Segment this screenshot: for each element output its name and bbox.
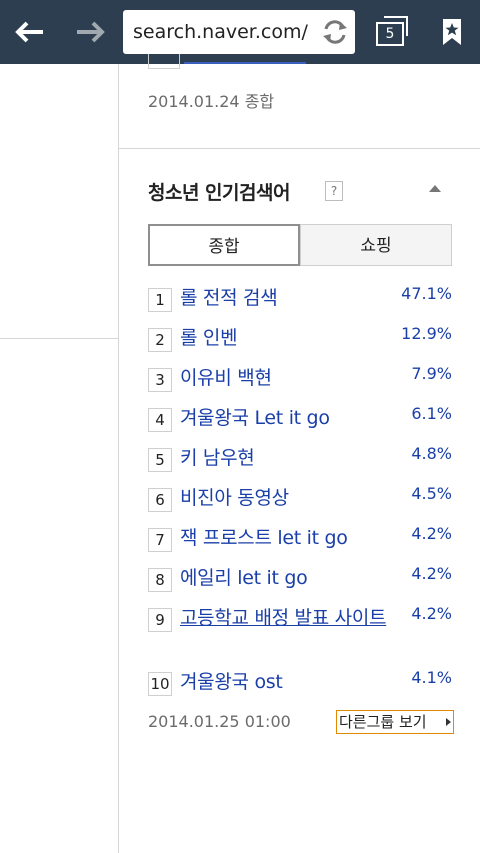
bookmark-star-icon	[443, 19, 461, 45]
rank-percent: 47.1%	[401, 284, 452, 303]
rank-percent: 4.2%	[411, 524, 452, 543]
previous-rank-box	[148, 54, 180, 69]
tab-general[interactable]: 종합	[148, 224, 300, 266]
list-item: 10 겨울왕국 ost 4.1%	[148, 668, 452, 712]
section-divider	[119, 148, 480, 149]
rank-term-link[interactable]: 롤 전적 검색	[180, 286, 390, 310]
list-item: 5 키 남우현 4.8%	[148, 444, 452, 488]
rank-number: 8	[148, 568, 172, 592]
rank-term-link[interactable]: 롤 인벤	[180, 326, 390, 350]
rank-percent: 4.8%	[411, 444, 452, 463]
list-item: 8 에일리 let it go 4.2%	[148, 564, 452, 608]
rank-number: 3	[148, 368, 172, 392]
list-item: 1 롤 전적 검색 47.1%	[148, 284, 452, 328]
arrow-left-icon	[15, 21, 43, 43]
rank-percent: 12.9%	[401, 324, 452, 343]
other-group-label: 다른그룹 보기	[339, 713, 427, 731]
rank-number: 1	[148, 288, 172, 312]
back-button[interactable]	[0, 0, 60, 64]
rank-number: 9	[148, 608, 172, 632]
rank-term-link[interactable]: 겨울왕국 ost	[180, 670, 390, 694]
rank-term-link[interactable]: 에일리 let it go	[180, 566, 390, 590]
rank-number: 4	[148, 408, 172, 432]
rank-number: 10	[148, 672, 172, 696]
list-item: 2 롤 인벤 12.9%	[148, 324, 452, 368]
list-item: 4 겨울왕국 Let it go 6.1%	[148, 404, 452, 448]
triangle-right-icon	[446, 718, 451, 726]
list-item: 3 이유비 백현 7.9%	[148, 364, 452, 408]
rank-term-link[interactable]: 잭 프로스트 let it go	[180, 526, 390, 550]
rank-percent: 4.1%	[411, 668, 452, 687]
section-title: 청소년 인기검색어	[148, 182, 290, 204]
left-divider	[0, 338, 118, 339]
other-group-button[interactable]: 다른그룹 보기	[336, 710, 454, 734]
update-timestamp: 2014.01.25 01:00	[148, 712, 291, 731]
collapse-arrow-icon[interactable]	[429, 185, 441, 192]
list-item: 9 고등학교 배정 발표 사이트 4.2%	[148, 604, 452, 668]
rank-number: 2	[148, 328, 172, 352]
tab-shopping[interactable]: 쇼핑	[300, 224, 452, 266]
browser-toolbar: search.naver.com/ 5	[0, 0, 480, 64]
reload-icon[interactable]	[321, 18, 349, 46]
address-bar[interactable]: search.naver.com/	[123, 10, 355, 54]
rank-percent: 4.5%	[411, 484, 452, 503]
rank-term-link[interactable]: 겨울왕국 Let it go	[180, 406, 390, 430]
rank-number: 5	[148, 448, 172, 472]
left-column	[0, 64, 119, 853]
rank-number: 7	[148, 528, 172, 552]
tab-count: 5	[376, 22, 404, 46]
url-text[interactable]: search.naver.com/	[133, 10, 311, 54]
list-item: 6 비진아 동영상 4.5%	[148, 484, 452, 528]
forward-button[interactable]	[60, 0, 120, 64]
arrow-right-icon	[77, 21, 105, 43]
rank-term-link[interactable]: 고등학교 배정 발표 사이트	[180, 606, 390, 630]
rank-term-link[interactable]: 비진아 동영상	[180, 486, 390, 510]
bookmark-button[interactable]	[424, 0, 480, 64]
list-item: 7 잭 프로스트 let it go 4.2%	[148, 524, 452, 568]
rank-number: 6	[148, 488, 172, 512]
rank-percent: 4.2%	[411, 564, 452, 583]
rank-term-link[interactable]: 이유비 백현	[180, 366, 390, 390]
tabs-button[interactable]: 5	[368, 0, 416, 64]
rank-percent: 7.9%	[411, 364, 452, 383]
rank-percent: 4.2%	[411, 604, 452, 623]
previous-date: 2014.01.24 종합	[148, 92, 275, 111]
rank-term-link[interactable]: 키 남우현	[180, 446, 390, 470]
rank-percent: 6.1%	[411, 404, 452, 423]
previous-link-underline	[184, 62, 306, 64]
help-icon[interactable]: ?	[325, 181, 343, 201]
